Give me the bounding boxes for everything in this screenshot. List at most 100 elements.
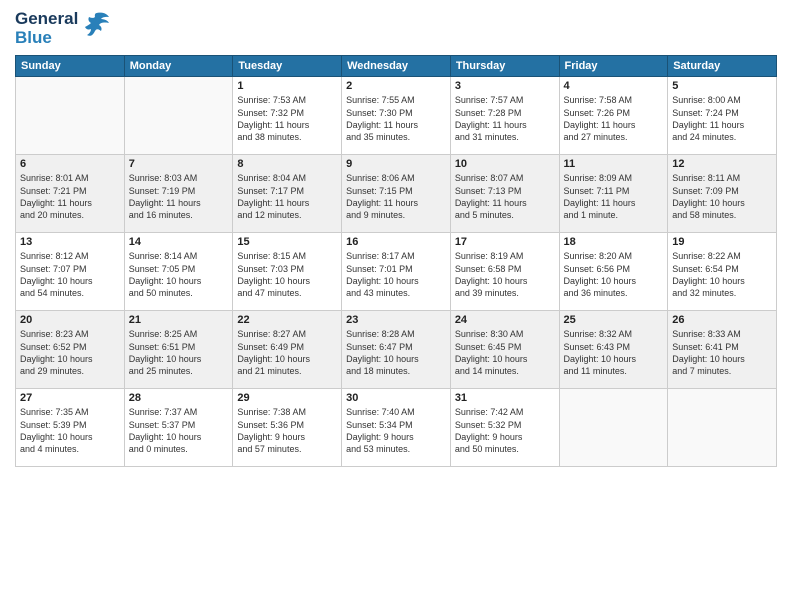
day-info: Sunrise: 7:35 AM Sunset: 5:39 PM Dayligh…	[20, 406, 120, 455]
calendar-cell: 18Sunrise: 8:20 AM Sunset: 6:56 PM Dayli…	[559, 233, 668, 311]
logo: General Blue	[15, 10, 111, 47]
calendar-cell: 9 Sunrise: 8:06 AM Sunset: 7:15 PM Daylig…	[342, 155, 451, 233]
day-number: 28	[129, 392, 229, 404]
day-number: 19	[672, 236, 772, 248]
day-number: 27	[20, 392, 120, 404]
calendar-cell	[124, 77, 233, 155]
logo-blue: Blue	[15, 29, 78, 48]
calendar-cell: 28 Sunrise: 7:37 AM Sunset: 5:37 PM Dayli…	[124, 389, 233, 467]
week-row: 13 Sunrise: 8:12 AM Sunset: 7:07 PM Dayli…	[16, 233, 777, 311]
day-number: 16	[346, 236, 446, 248]
day-number: 26	[672, 314, 772, 326]
calendar-cell: 11 Sunrise: 8:09 AM Sunset: 7:11 PM Dayli…	[559, 155, 668, 233]
calendar-cell: 23Sunrise: 8:28 AM Sunset: 6:47 PM Dayli…	[342, 311, 451, 389]
calendar-cell: 31 Sunrise: 7:42 AM Sunset: 5:32 PM Dayli…	[450, 389, 559, 467]
calendar-cell	[559, 389, 668, 467]
header-row: SundayMondayTuesdayWednesdayThursdayFrid…	[16, 56, 777, 77]
day-info: Sunrise: 7:57 AM Sunset: 7:28 PM Dayligh…	[455, 94, 555, 143]
day-number: 14	[129, 236, 229, 248]
day-info: Sunrise: 7:53 AM Sunset: 7:32 PM Dayligh…	[237, 94, 337, 143]
day-number: 9	[346, 158, 446, 170]
day-number: 18	[564, 236, 664, 248]
logo-bird-icon	[83, 9, 111, 44]
day-number: 1	[237, 80, 337, 92]
day-info: Sunrise: 8:23 AM Sunset: 6:52 PM Dayligh…	[20, 328, 120, 377]
day-info: Sunrise: 8:30 AM Sunset: 6:45 PM Dayligh…	[455, 328, 555, 377]
day-info: Sunrise: 8:03 AM Sunset: 7:19 PM Dayligh…	[129, 172, 229, 221]
day-number: 6	[20, 158, 120, 170]
calendar-cell: 3Sunrise: 7:57 AM Sunset: 7:28 PM Daylig…	[450, 77, 559, 155]
calendar-cell: 1 Sunrise: 7:53 AM Sunset: 7:32 PM Daylig…	[233, 77, 342, 155]
calendar-cell	[16, 77, 125, 155]
day-number: 12	[672, 158, 772, 170]
day-info: Sunrise: 8:17 AM Sunset: 7:01 PM Dayligh…	[346, 250, 446, 299]
calendar-cell: 13 Sunrise: 8:12 AM Sunset: 7:07 PM Dayli…	[16, 233, 125, 311]
day-info: Sunrise: 7:40 AM Sunset: 5:34 PM Dayligh…	[346, 406, 446, 455]
day-number: 30	[346, 392, 446, 404]
calendar-table: SundayMondayTuesdayWednesdayThursdayFrid…	[15, 55, 777, 467]
calendar-cell: 6 Sunrise: 8:01 AM Sunset: 7:21 PM Daylig…	[16, 155, 125, 233]
day-number: 29	[237, 392, 337, 404]
day-info: Sunrise: 8:12 AM Sunset: 7:07 PM Dayligh…	[20, 250, 120, 299]
calendar-cell: 20 Sunrise: 8:23 AM Sunset: 6:52 PM Dayli…	[16, 311, 125, 389]
day-number: 23	[346, 314, 446, 326]
day-info: Sunrise: 8:22 AM Sunset: 6:54 PM Dayligh…	[672, 250, 772, 299]
day-number: 5	[672, 80, 772, 92]
day-info: Sunrise: 8:11 AM Sunset: 7:09 PM Dayligh…	[672, 172, 772, 221]
calendar-cell	[668, 389, 777, 467]
day-number: 20	[20, 314, 120, 326]
day-info: Sunrise: 8:15 AM Sunset: 7:03 PM Dayligh…	[237, 250, 337, 299]
day-info: Sunrise: 8:32 AM Sunset: 6:43 PM Dayligh…	[564, 328, 664, 377]
day-info: Sunrise: 8:09 AM Sunset: 7:11 PM Dayligh…	[564, 172, 664, 221]
week-row: 1 Sunrise: 7:53 AM Sunset: 7:32 PM Daylig…	[16, 77, 777, 155]
calendar-cell: 24 Sunrise: 8:30 AM Sunset: 6:45 PM Dayli…	[450, 311, 559, 389]
day-number: 25	[564, 314, 664, 326]
day-number: 2	[346, 80, 446, 92]
header-cell-wednesday: Wednesday	[342, 56, 451, 77]
day-number: 11	[564, 158, 664, 170]
calendar-cell: 7 Sunrise: 8:03 AM Sunset: 7:19 PM Daylig…	[124, 155, 233, 233]
calendar-cell: 14 Sunrise: 8:14 AM Sunset: 7:05 PM Dayli…	[124, 233, 233, 311]
day-number: 7	[129, 158, 229, 170]
calendar-cell: 21 Sunrise: 8:25 AM Sunset: 6:51 PM Dayli…	[124, 311, 233, 389]
day-info: Sunrise: 8:00 AM Sunset: 7:24 PM Dayligh…	[672, 94, 772, 143]
day-number: 31	[455, 392, 555, 404]
day-info: Sunrise: 7:55 AM Sunset: 7:30 PM Dayligh…	[346, 94, 446, 143]
day-info: Sunrise: 8:33 AM Sunset: 6:41 PM Dayligh…	[672, 328, 772, 377]
week-row: 6 Sunrise: 8:01 AM Sunset: 7:21 PM Daylig…	[16, 155, 777, 233]
day-info: Sunrise: 8:06 AM Sunset: 7:15 PM Dayligh…	[346, 172, 446, 221]
calendar-cell: 15Sunrise: 8:15 AM Sunset: 7:03 PM Dayli…	[233, 233, 342, 311]
day-info: Sunrise: 8:04 AM Sunset: 7:17 PM Dayligh…	[237, 172, 337, 221]
calendar-cell: 8 Sunrise: 8:04 AM Sunset: 7:17 PM Daylig…	[233, 155, 342, 233]
calendar-cell: 26 Sunrise: 8:33 AM Sunset: 6:41 PM Dayli…	[668, 311, 777, 389]
calendar-cell: 17 Sunrise: 8:19 AM Sunset: 6:58 PM Dayli…	[450, 233, 559, 311]
day-info: Sunrise: 7:42 AM Sunset: 5:32 PM Dayligh…	[455, 406, 555, 455]
day-info: Sunrise: 7:37 AM Sunset: 5:37 PM Dayligh…	[129, 406, 229, 455]
header-cell-sunday: Sunday	[16, 56, 125, 77]
calendar-cell: 10Sunrise: 8:07 AM Sunset: 7:13 PM Dayli…	[450, 155, 559, 233]
calendar-cell: 27 Sunrise: 7:35 AM Sunset: 5:39 PM Dayli…	[16, 389, 125, 467]
day-info: Sunrise: 8:19 AM Sunset: 6:58 PM Dayligh…	[455, 250, 555, 299]
calendar-cell: 29Sunrise: 7:38 AM Sunset: 5:36 PM Dayli…	[233, 389, 342, 467]
day-info: Sunrise: 8:01 AM Sunset: 7:21 PM Dayligh…	[20, 172, 120, 221]
header-cell-friday: Friday	[559, 56, 668, 77]
day-number: 21	[129, 314, 229, 326]
calendar-cell: 5 Sunrise: 8:00 AM Sunset: 7:24 PM Daylig…	[668, 77, 777, 155]
day-info: Sunrise: 8:07 AM Sunset: 7:13 PM Dayligh…	[455, 172, 555, 221]
calendar-cell: 2 Sunrise: 7:55 AM Sunset: 7:30 PM Daylig…	[342, 77, 451, 155]
calendar-cell: 22Sunrise: 8:27 AM Sunset: 6:49 PM Dayli…	[233, 311, 342, 389]
day-info: Sunrise: 8:14 AM Sunset: 7:05 PM Dayligh…	[129, 250, 229, 299]
week-row: 27 Sunrise: 7:35 AM Sunset: 5:39 PM Dayli…	[16, 389, 777, 467]
header-cell-thursday: Thursday	[450, 56, 559, 77]
header-cell-tuesday: Tuesday	[233, 56, 342, 77]
week-row: 20 Sunrise: 8:23 AM Sunset: 6:52 PM Dayli…	[16, 311, 777, 389]
day-number: 13	[20, 236, 120, 248]
header-cell-monday: Monday	[124, 56, 233, 77]
day-number: 22	[237, 314, 337, 326]
day-number: 8	[237, 158, 337, 170]
day-number: 24	[455, 314, 555, 326]
calendar-cell: 25 Sunrise: 8:32 AM Sunset: 6:43 PM Dayli…	[559, 311, 668, 389]
day-info: Sunrise: 8:25 AM Sunset: 6:51 PM Dayligh…	[129, 328, 229, 377]
day-number: 17	[455, 236, 555, 248]
calendar-cell: 16 Sunrise: 8:17 AM Sunset: 7:01 PM Dayli…	[342, 233, 451, 311]
